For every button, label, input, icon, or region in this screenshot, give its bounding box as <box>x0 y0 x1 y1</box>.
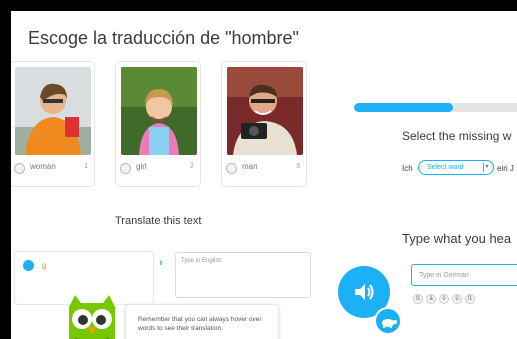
prompt-title: Escoge la traducción de "hombre" <box>28 28 299 48</box>
progress-bar <box>354 103 517 112</box>
woman-photo <box>15 67 91 155</box>
owl-mascot-icon <box>61 289 123 339</box>
choice-label-woman: woman <box>30 162 56 171</box>
man-photo <box>227 67 303 155</box>
choice-number-3: 3 <box>296 163 300 170</box>
choice-number-2: 2 <box>190 163 194 170</box>
translate-heading: Translate this text <box>115 215 202 227</box>
girl-photo <box>121 67 197 155</box>
chevron-down-icon: ▾ <box>483 163 490 172</box>
special-character-buttons: ß ä ö ü ß <box>413 294 475 304</box>
choice-radio-woman[interactable] <box>14 163 25 174</box>
window-frame-top <box>0 0 517 11</box>
char-button-4[interactable]: ü <box>452 294 462 304</box>
choice-number-1: 1 <box>84 163 88 170</box>
choice-card-woman[interactable]: woman 1 <box>11 61 95 187</box>
choice-radio-man[interactable] <box>226 163 237 174</box>
chevron-right-icon: › <box>159 257 163 269</box>
source-word[interactable]: g <box>42 261 46 270</box>
tip-text: Remember that you can always hover over … <box>138 316 262 332</box>
sentence-end: ein J <box>497 164 514 173</box>
window-frame-left <box>0 0 11 339</box>
tip-speech-bubble: Remember that you can always hover over … <box>125 304 279 339</box>
progress-bar-fill <box>354 103 453 112</box>
choice-label-girl: girl <box>136 162 147 171</box>
german-answer-placeholder: Type in German <box>419 272 469 279</box>
play-audio-icon[interactable] <box>23 260 34 271</box>
select-word-dropdown[interactable]: Select word ▾ <box>418 160 494 175</box>
speaker-icon <box>355 284 374 300</box>
slow-audio-button[interactable] <box>374 307 402 335</box>
lesson-card: Escoge la traducción de "hombre" woman 1 <box>11 11 331 339</box>
char-button-3[interactable]: ö <box>439 294 449 304</box>
char-button-2[interactable]: ä <box>426 294 436 304</box>
char-button-5[interactable]: ß <box>465 294 475 304</box>
choice-radio-girl[interactable] <box>120 163 131 174</box>
english-answer-placeholder: Type in English <box>181 258 222 264</box>
choice-card-girl[interactable]: girl 2 <box>115 61 201 187</box>
char-button-1[interactable]: ß <box>413 294 423 304</box>
listen-title: Type what you hea <box>402 231 512 246</box>
select-word-placeholder: Select word <box>427 164 464 171</box>
choice-card-man[interactable]: man 3 <box>221 61 307 187</box>
sentence-start: Ich <box>402 164 413 173</box>
english-answer-input[interactable]: Type in English <box>175 252 311 298</box>
missing-word-title: Select the missing w <box>402 129 512 143</box>
german-answer-input[interactable]: Type in German <box>411 264 517 286</box>
choice-label-man: man <box>242 162 258 171</box>
turtle-icon <box>382 319 397 328</box>
